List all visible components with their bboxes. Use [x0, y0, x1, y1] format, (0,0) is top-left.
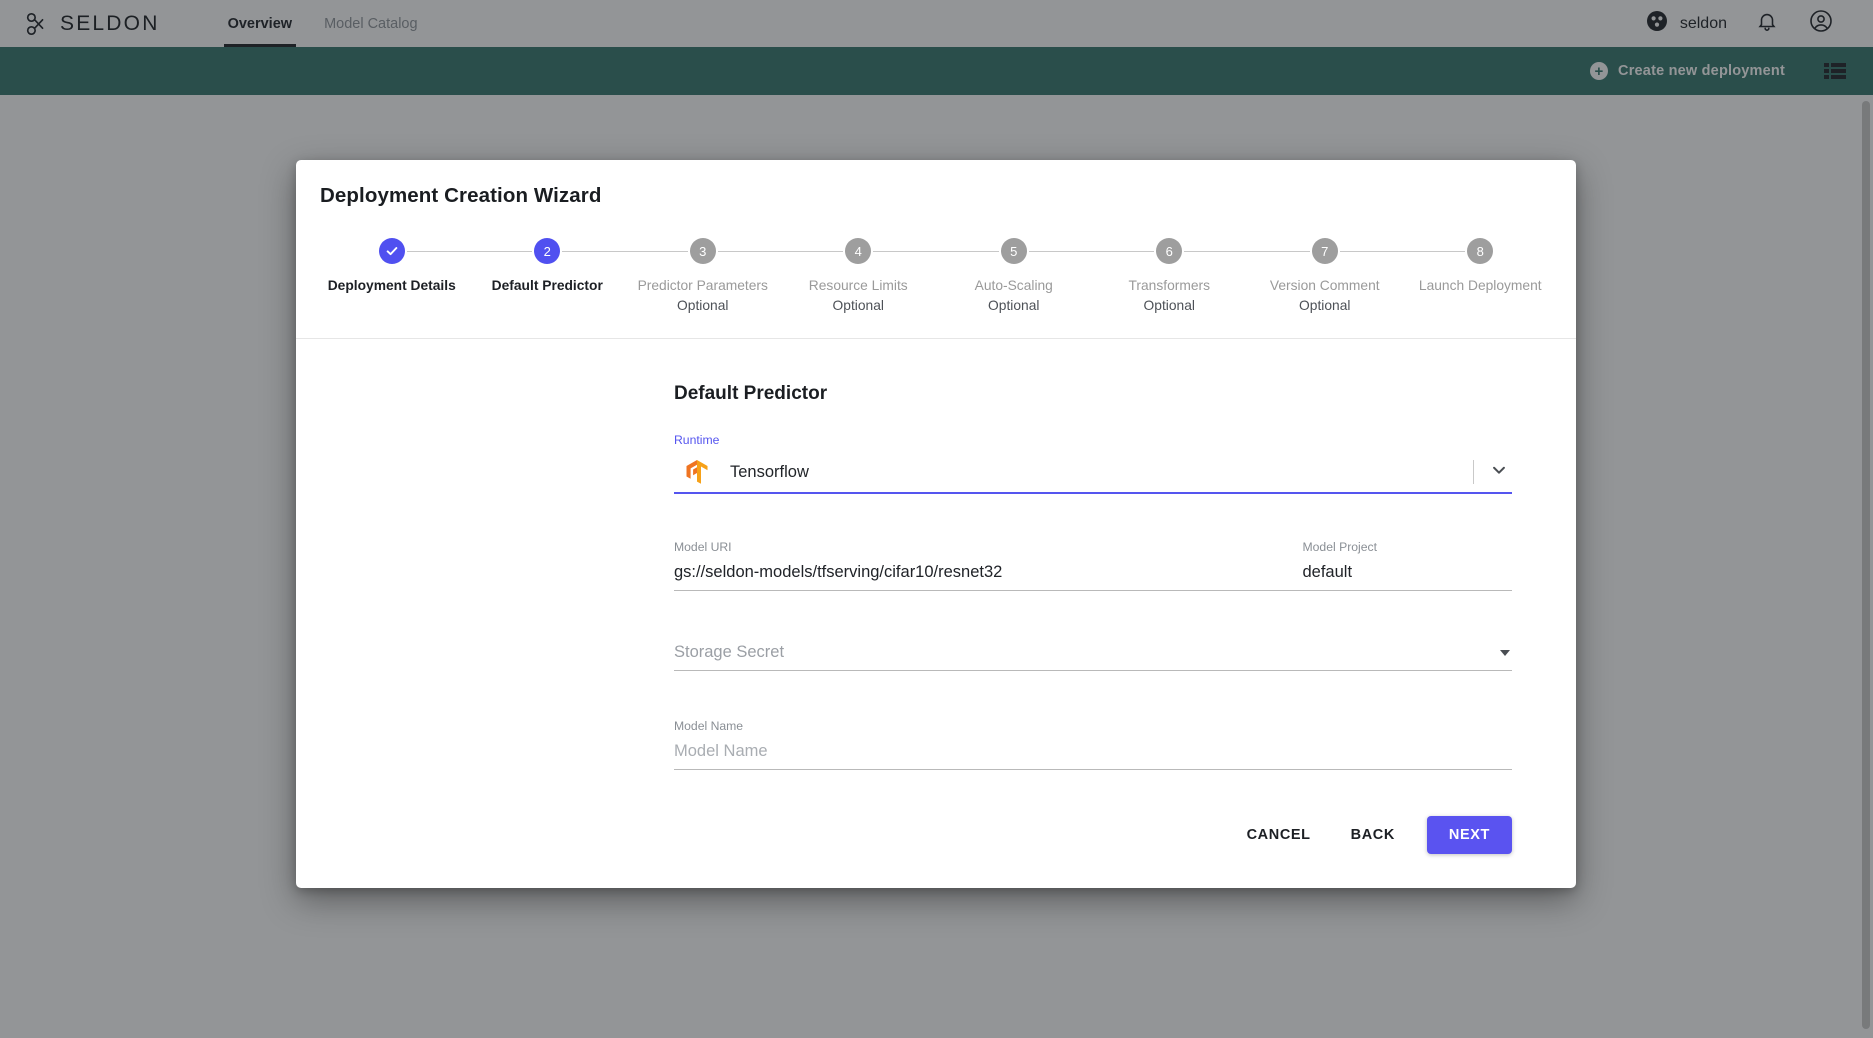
- model-uri-input[interactable]: [674, 563, 1303, 591]
- step-1-title: Deployment Details: [327, 278, 456, 293]
- step-6-label: Transformers Optional: [1124, 276, 1214, 316]
- connector-3b: [717, 250, 781, 252]
- model-uri-label: Model URI: [674, 540, 732, 554]
- step-5-circle: 5: [1000, 238, 1027, 264]
- step-2-circle: 2: [534, 238, 561, 264]
- model-name-label: Model Name: [674, 719, 744, 733]
- step-4-circle: 4: [845, 238, 872, 264]
- step-7-number: 7: [1321, 243, 1329, 259]
- step-6-number: 6: [1165, 243, 1173, 259]
- step-4-title: Resource Limits: [808, 278, 908, 293]
- wizard-step-predictor-parameters[interactable]: 3 Predictor Parameters Optional: [625, 238, 781, 316]
- step-8-circle: 8: [1467, 238, 1494, 264]
- dialog-title: Deployment Creation Wizard: [320, 184, 602, 207]
- step-3-title: Predictor Parameters: [637, 278, 768, 293]
- storage-secret-placeholder: Storage Secret: [674, 643, 785, 661]
- step-3-number: 3: [699, 243, 707, 259]
- dialog-footer: CANCEL BACK NEXT: [296, 770, 1576, 888]
- step-4-number: 4: [854, 243, 862, 259]
- connector-1: [406, 250, 470, 252]
- model-uri-field: Model URI: [674, 540, 1303, 591]
- model-project-label: Model Project: [1302, 540, 1378, 554]
- model-name-field: Model Name: [674, 719, 1512, 770]
- connector-2b: [562, 250, 625, 252]
- model-name-input[interactable]: [674, 742, 1512, 770]
- connector-4b: [873, 250, 936, 252]
- step-5-label: Auto-Scaling Optional: [971, 276, 1057, 316]
- runtime-select[interactable]: Tensorflow: [674, 456, 1512, 494]
- model-project-field: Model Project: [1302, 540, 1512, 591]
- wizard-step-auto-scaling[interactable]: 5 Auto-Scaling Optional: [936, 238, 1092, 316]
- connector-blank-left: [314, 251, 377, 252]
- step-5-optional: Optional: [988, 298, 1040, 313]
- next-button[interactable]: NEXT: [1426, 816, 1512, 854]
- step-3-label: Predictor Parameters Optional: [634, 276, 772, 316]
- step-3-optional: Optional: [677, 298, 729, 313]
- step-8-title: Launch Deployment: [1418, 278, 1542, 293]
- wizard-step-launch-deployment[interactable]: 8 Launch Deployment: [1402, 238, 1559, 296]
- step-8-number: 8: [1476, 243, 1484, 259]
- step-3-circle: 3: [689, 238, 716, 264]
- connector-5b: [1028, 250, 1092, 252]
- connector-5a: [936, 250, 999, 252]
- wizard-step-deployment-details[interactable]: Deployment Details: [314, 238, 470, 296]
- section-title: Default Predictor: [674, 383, 828, 404]
- connector-blank-right: [1495, 251, 1558, 252]
- connector-3a: [625, 250, 688, 252]
- cancel-button[interactable]: CANCEL: [1231, 816, 1327, 854]
- wizard-step-version-comment[interactable]: 7 Version Comment Optional: [1247, 238, 1403, 316]
- wizard-step-transformers[interactable]: 6 Transformers Optional: [1091, 238, 1247, 316]
- connector-7a: [1247, 250, 1310, 252]
- step-2-number: 2: [543, 243, 551, 259]
- step-4-optional: Optional: [832, 298, 884, 313]
- tensorflow-logo-icon: [684, 459, 710, 485]
- runtime-label: Runtime: [674, 433, 720, 447]
- deployment-creation-wizard-dialog: Deployment Creation Wizard Deployment De…: [296, 160, 1576, 888]
- connector-6a: [1091, 250, 1155, 252]
- model-project-input[interactable]: [1302, 563, 1512, 591]
- step-7-label: Version Comment Optional: [1266, 276, 1384, 316]
- page-scrollbar[interactable]: [1859, 95, 1873, 1038]
- step-7-circle: 7: [1311, 238, 1338, 264]
- step-7-title: Version Comment: [1269, 278, 1380, 293]
- step-6-title: Transformers: [1128, 278, 1210, 293]
- step-6-optional: Optional: [1143, 298, 1195, 313]
- runtime-field: Runtime Tensorflow: [674, 433, 1512, 494]
- step-7-optional: Optional: [1299, 298, 1351, 313]
- back-button[interactable]: BACK: [1335, 816, 1411, 854]
- step-5-number: 5: [1010, 243, 1018, 259]
- step-2-label: Default Predictor: [488, 276, 607, 296]
- chevron-down-icon[interactable]: [1490, 461, 1508, 484]
- step-6-circle: 6: [1156, 238, 1183, 264]
- step-1-circle: [378, 238, 405, 264]
- wizard-step-default-predictor[interactable]: 2 Default Predictor: [469, 238, 625, 296]
- step-8-label: Launch Deployment: [1415, 276, 1546, 296]
- caret-down-icon: [1500, 650, 1510, 656]
- page-scrollbar-thumb[interactable]: [1862, 101, 1870, 1029]
- step-4-label: Resource Limits Optional: [805, 276, 912, 316]
- runtime-divider: [1473, 460, 1474, 484]
- step-2-title: Default Predictor: [491, 278, 603, 293]
- storage-secret-select[interactable]: Storage Secret: [674, 643, 1512, 671]
- step-5-title: Auto-Scaling: [974, 278, 1053, 293]
- uri-project-row: Model URI Model Project: [674, 540, 1512, 591]
- connector-6b: [1184, 250, 1247, 252]
- runtime-value: Tensorflow: [730, 462, 809, 481]
- connector-8a: [1402, 250, 1466, 252]
- wizard-step-resource-limits[interactable]: 4 Resource Limits Optional: [780, 238, 936, 316]
- connector-7b: [1339, 250, 1403, 252]
- connector-2a: [469, 250, 533, 252]
- step-1-label: Deployment Details: [324, 276, 460, 296]
- wizard-stepper: Deployment Details 2 Default Predictor 3: [296, 208, 1576, 316]
- dialog-body: Default Predictor Runtime Tensorflow Mod…: [296, 339, 1576, 770]
- connector-4a: [780, 250, 844, 252]
